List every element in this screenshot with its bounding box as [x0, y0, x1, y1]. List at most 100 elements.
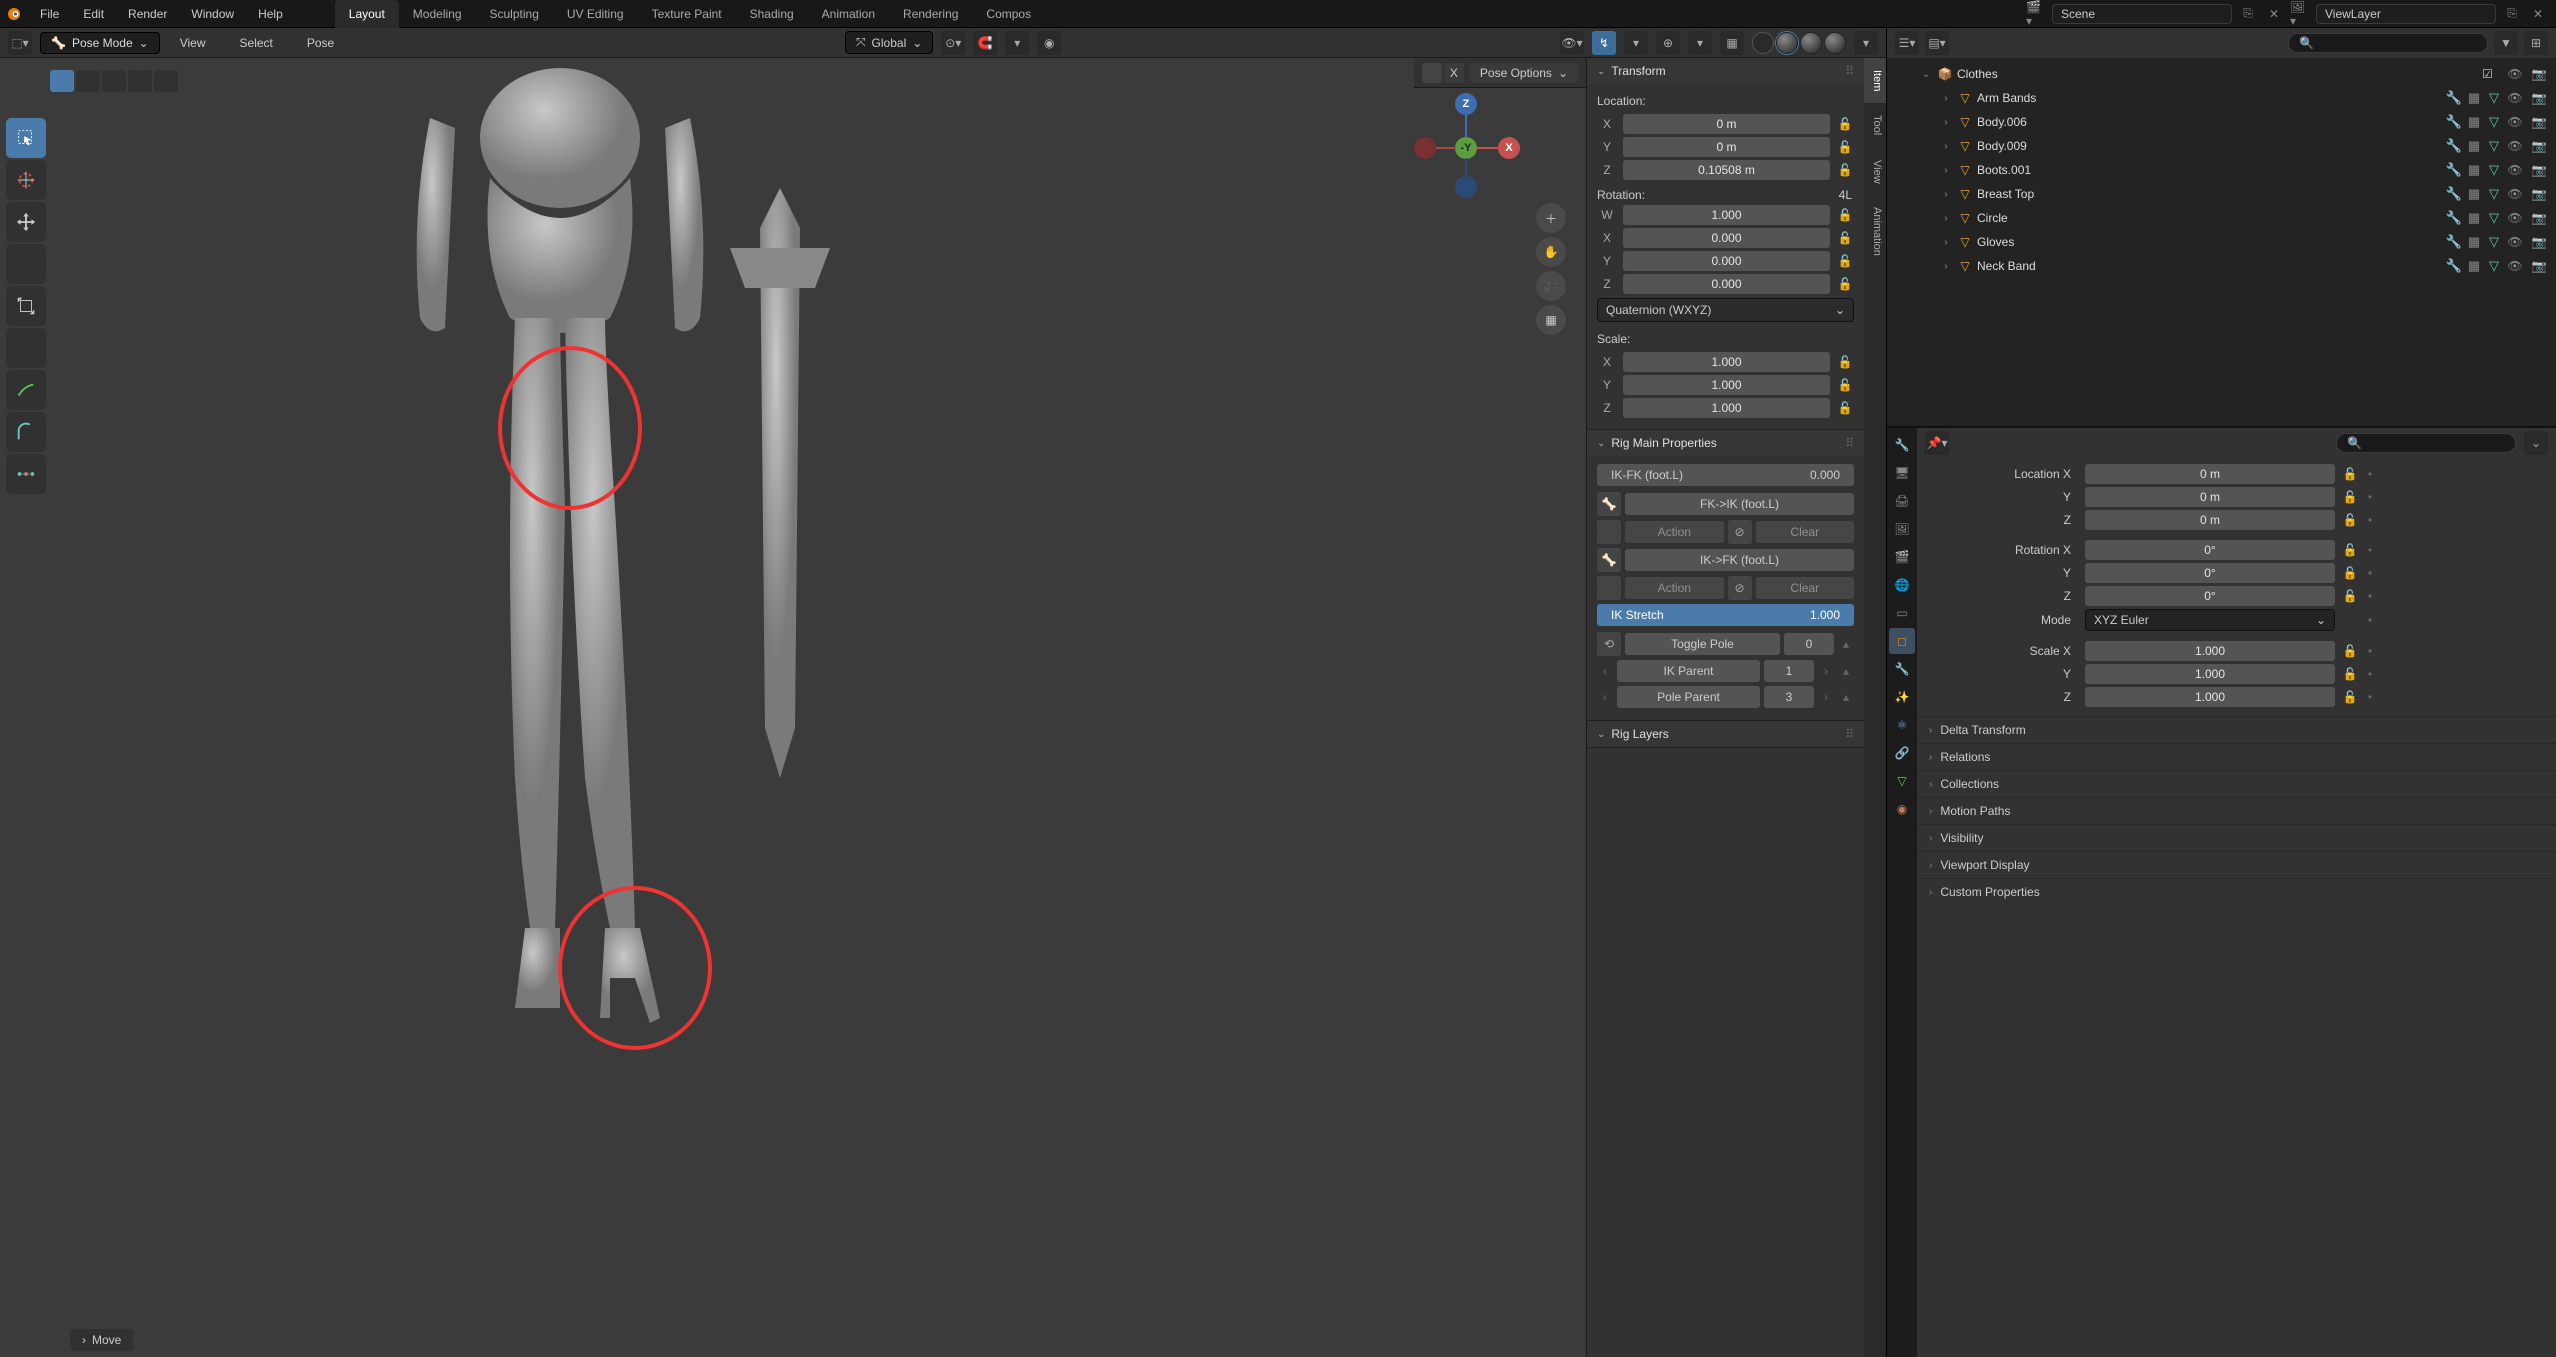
mesh-data-icon[interactable]: ▽ — [2486, 162, 2502, 178]
lock-icon[interactable]: 🔓 — [2341, 644, 2359, 658]
disclosure-icon[interactable]: ⌄ — [1919, 69, 1933, 80]
tree-row[interactable]: › ▽ Circle 🔧 ▦ ▽ 👁 📷 — [1887, 206, 2556, 230]
camera-icon[interactable]: 📷 — [2530, 91, 2548, 105]
tool-breakdowner[interactable] — [6, 454, 46, 494]
lock-icon[interactable]: 🔓 — [1836, 208, 1854, 222]
orientation-dropdown[interactable]: ⤧ Global ⌄ — [845, 31, 933, 54]
perspective-icon[interactable]: ▦ — [1536, 305, 1566, 335]
ptab-scene[interactable]: 🎬 — [1889, 544, 1915, 570]
menu-edit[interactable]: Edit — [71, 0, 116, 28]
viewmenu-pose[interactable]: Pose — [295, 29, 346, 57]
tree-row[interactable]: › ▽ Gloves 🔧 ▦ ▽ 👁 📷 — [1887, 230, 2556, 254]
ik-stretch-slider[interactable]: IK Stretch1.000 — [1597, 604, 1854, 626]
checkbox-icon[interactable]: ☑ — [2482, 67, 2500, 81]
axis-x-neg[interactable] — [1414, 137, 1436, 159]
pole-parent-value[interactable]: 3 — [1764, 686, 1814, 708]
camera-icon[interactable]: 📷 — [2530, 211, 2548, 225]
ptab-material[interactable]: ◉ — [1889, 796, 1915, 822]
vertex-groups-icon[interactable]: ▦ — [2466, 186, 2482, 202]
camera-icon[interactable]: 📷 — [2530, 67, 2548, 81]
clear-button[interactable]: Clear — [1756, 577, 1855, 599]
chevron-right-icon[interactable]: › — [1818, 664, 1834, 678]
mirror-icon[interactable] — [1422, 63, 1442, 83]
prop-scale-x[interactable]: 1.000 — [2085, 641, 2335, 661]
mirror-x-toggle[interactable]: X — [1444, 63, 1464, 83]
section-viewport-display[interactable]: ›Viewport Display — [1917, 851, 2556, 878]
keyframe-dot-icon[interactable]: • — [2365, 467, 2375, 481]
eye-icon[interactable]: 👁 — [2506, 91, 2524, 105]
eye-icon[interactable]: 👁 — [2506, 187, 2524, 201]
viewlayer-new-icon[interactable]: ⎘ — [2502, 4, 2522, 24]
scale-z[interactable]: 1.000 — [1623, 398, 1830, 418]
tool-transform[interactable] — [6, 328, 46, 368]
pan-icon[interactable]: ✋ — [1536, 237, 1566, 267]
mesh-data-icon[interactable]: ▽ — [2486, 210, 2502, 226]
pin-icon[interactable]: 📌▾ — [1925, 431, 1949, 455]
options-icon[interactable]: ⌄ — [2524, 431, 2548, 455]
axis-z-neg[interactable] — [1455, 176, 1477, 198]
modifier-icon[interactable]: 🔧 — [2446, 210, 2462, 226]
snap-toggle[interactable]: 🧲 — [973, 31, 997, 55]
blender-logo-icon[interactable] — [0, 0, 28, 28]
select-invert[interactable] — [128, 70, 152, 92]
action-button[interactable]: Action — [1625, 521, 1724, 543]
modifier-icon[interactable]: 🔧 — [2446, 138, 2462, 154]
modifier-icon[interactable]: 🔧 — [2446, 162, 2462, 178]
camera-icon[interactable]: 📷 — [2530, 235, 2548, 249]
ntab-animation[interactable]: Animation — [1864, 195, 1886, 268]
ptab-particle[interactable]: ✨ — [1889, 684, 1915, 710]
chevron-right-icon[interactable]: › — [1818, 690, 1834, 704]
disclosure-icon[interactable]: › — [1939, 93, 1953, 104]
camera-icon[interactable]: 📷 — [2530, 139, 2548, 153]
chevron-left-icon[interactable]: ‹ — [1597, 664, 1613, 678]
gizmo-dropdown[interactable]: ▾ — [1624, 31, 1648, 55]
vertex-groups-icon[interactable]: ▦ — [2466, 138, 2482, 154]
arrow-up-icon[interactable]: ▴ — [1838, 664, 1854, 678]
lock-icon[interactable]: 🔓 — [2341, 467, 2359, 481]
disclosure-icon[interactable]: › — [1939, 237, 1953, 248]
menu-file[interactable]: File — [28, 0, 71, 28]
keyframe-dot-icon[interactable]: • — [2365, 644, 2375, 658]
tab-modeling[interactable]: Modeling — [399, 0, 476, 28]
eye-icon[interactable]: 👁 — [2506, 115, 2524, 129]
lock-icon[interactable]: 🔓 — [2341, 513, 2359, 527]
overlay-toggle[interactable]: ⊕ — [1656, 31, 1680, 55]
grip-icon[interactable]: ⠿ — [1845, 436, 1854, 450]
keyframe-dot-icon[interactable]: • — [2365, 589, 2375, 603]
outliner-search[interactable]: 🔍 — [2288, 33, 2488, 53]
tree-row[interactable]: › ▽ Body.009 🔧 ▦ ▽ 👁 📷 — [1887, 134, 2556, 158]
ptab-object[interactable]: ◻ — [1889, 628, 1915, 654]
viewlayer-name-input[interactable] — [2325, 7, 2487, 21]
mesh-data-icon[interactable]: ▽ — [2486, 258, 2502, 274]
collection-name[interactable]: Clothes — [1957, 67, 2478, 81]
vertex-groups-icon[interactable]: ▦ — [2466, 114, 2482, 130]
disclosure-icon[interactable]: › — [1939, 261, 1953, 272]
lock-icon[interactable]: 🔓 — [1836, 378, 1854, 392]
vertex-groups-icon[interactable]: ▦ — [2466, 90, 2482, 106]
section-delta-transform[interactable]: ›Delta Transform — [1917, 716, 2556, 743]
arrow-up-icon[interactable]: ▴ — [1838, 690, 1854, 704]
pivot-dropdown[interactable]: ⊙▾ — [941, 31, 965, 55]
object-name[interactable]: Circle — [1977, 211, 2442, 225]
loc-z[interactable]: 0.10508 m — [1623, 160, 1830, 180]
new-collection-icon[interactable]: ⊞ — [2524, 31, 2548, 55]
eye-icon[interactable]: 👁 — [2506, 211, 2524, 225]
lock-icon[interactable]: 🔓 — [2341, 690, 2359, 704]
camera-icon[interactable]: 📷 — [2530, 115, 2548, 129]
ikfk-slider[interactable]: IK-FK (foot.L)0.000 — [1597, 464, 1854, 486]
tab-texpaint[interactable]: Texture Paint — [638, 0, 736, 28]
outliner-display-icon[interactable]: ▤▾ — [1925, 31, 1949, 55]
panel-transform-header[interactable]: ⌄ Transform ⠿ — [1587, 58, 1864, 84]
overlay-dropdown[interactable]: ▾ — [1688, 31, 1712, 55]
zoom-icon[interactable]: ＋ — [1536, 203, 1566, 233]
ptab-world[interactable]: 🌐 — [1889, 572, 1915, 598]
keyframe-dot-icon[interactable]: • — [2365, 490, 2375, 504]
rotation-mode-dropdown[interactable]: Quaternion (WXYZ)⌄ — [1597, 298, 1854, 322]
lock-icon[interactable]: 🔓 — [1836, 254, 1854, 268]
keyframe-dot-icon[interactable]: • — [2365, 566, 2375, 580]
modifier-icon[interactable]: 🔧 — [2446, 186, 2462, 202]
scene-new-icon[interactable]: ⎘ — [2238, 4, 2258, 24]
prop-loc-y[interactable]: 0 m — [2085, 487, 2335, 507]
operator-redo-panel[interactable]: › Move — [70, 1329, 133, 1351]
section-motion-paths[interactable]: ›Motion Paths — [1917, 797, 2556, 824]
